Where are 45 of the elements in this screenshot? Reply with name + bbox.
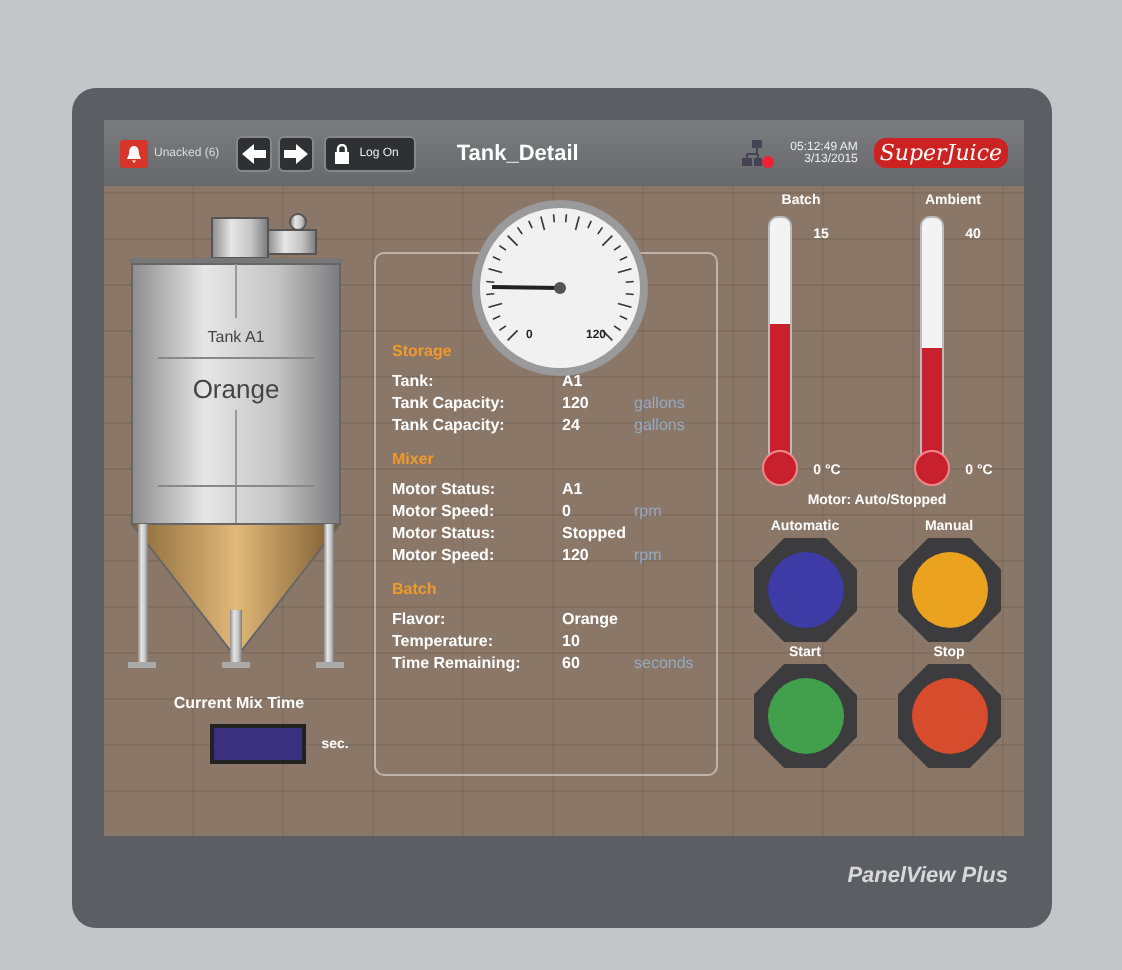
- field-label: Tank Capacity:: [392, 416, 507, 434]
- left-arrow-icon: [241, 143, 266, 163]
- field-value: 120: [562, 394, 591, 412]
- field-value: Orange: [562, 610, 621, 628]
- field-value: 60: [562, 654, 582, 672]
- field-label: Motor Status:: [392, 480, 498, 498]
- field-label: Motor Speed:: [392, 502, 497, 520]
- section-heading: Batch: [392, 580, 439, 598]
- field-label: Time Remaining:: [392, 654, 523, 672]
- section-heading: Storage: [392, 342, 454, 360]
- field-label: Temperature:: [392, 632, 496, 650]
- forward-button[interactable]: [277, 135, 314, 171]
- tank-label: Tank A1: [206, 328, 264, 346]
- push-button[interactable]: [753, 538, 857, 642]
- field-label: Tank:: [392, 372, 436, 390]
- field-label: Tank Capacity:: [392, 394, 507, 412]
- field-label: Flavor:: [392, 610, 448, 628]
- back-button[interactable]: [235, 135, 272, 171]
- field-value: 24: [562, 416, 582, 434]
- field-unit: rpm: [634, 546, 662, 564]
- field-value: A1: [562, 372, 585, 390]
- push-button[interactable]: [753, 664, 857, 768]
- field-value: A1: [562, 480, 585, 498]
- mix-time-label: Current Mix Time: [173, 694, 305, 712]
- field-value: Stopped: [562, 524, 628, 542]
- field-value: 10: [562, 632, 582, 650]
- field-unit: gallons: [634, 394, 685, 412]
- field-label: Motor Status:: [392, 524, 498, 542]
- field-value: 0: [562, 502, 573, 520]
- push-button[interactable]: [897, 538, 1001, 642]
- padlock-icon: [333, 143, 350, 163]
- field-unit: seconds: [634, 654, 694, 672]
- section-heading: Mixer: [392, 450, 436, 468]
- network-icon: [742, 139, 775, 167]
- field-unit: gallons: [634, 416, 685, 434]
- device-brand-label: PanelView Plus: [847, 864, 1008, 888]
- field-value: 120: [562, 546, 591, 564]
- tank-contents-label: Orange: [191, 374, 279, 404]
- right-arrow-icon: [283, 143, 308, 163]
- push-button[interactable]: [897, 664, 1001, 768]
- screen-title: Tank_Detail: [456, 141, 581, 165]
- brand-logo: SuperJuice: [873, 138, 1008, 168]
- alarm-bell-icon[interactable]: [120, 139, 148, 167]
- field-label: Motor Speed:: [392, 546, 497, 564]
- field-unit: rpm: [634, 502, 662, 520]
